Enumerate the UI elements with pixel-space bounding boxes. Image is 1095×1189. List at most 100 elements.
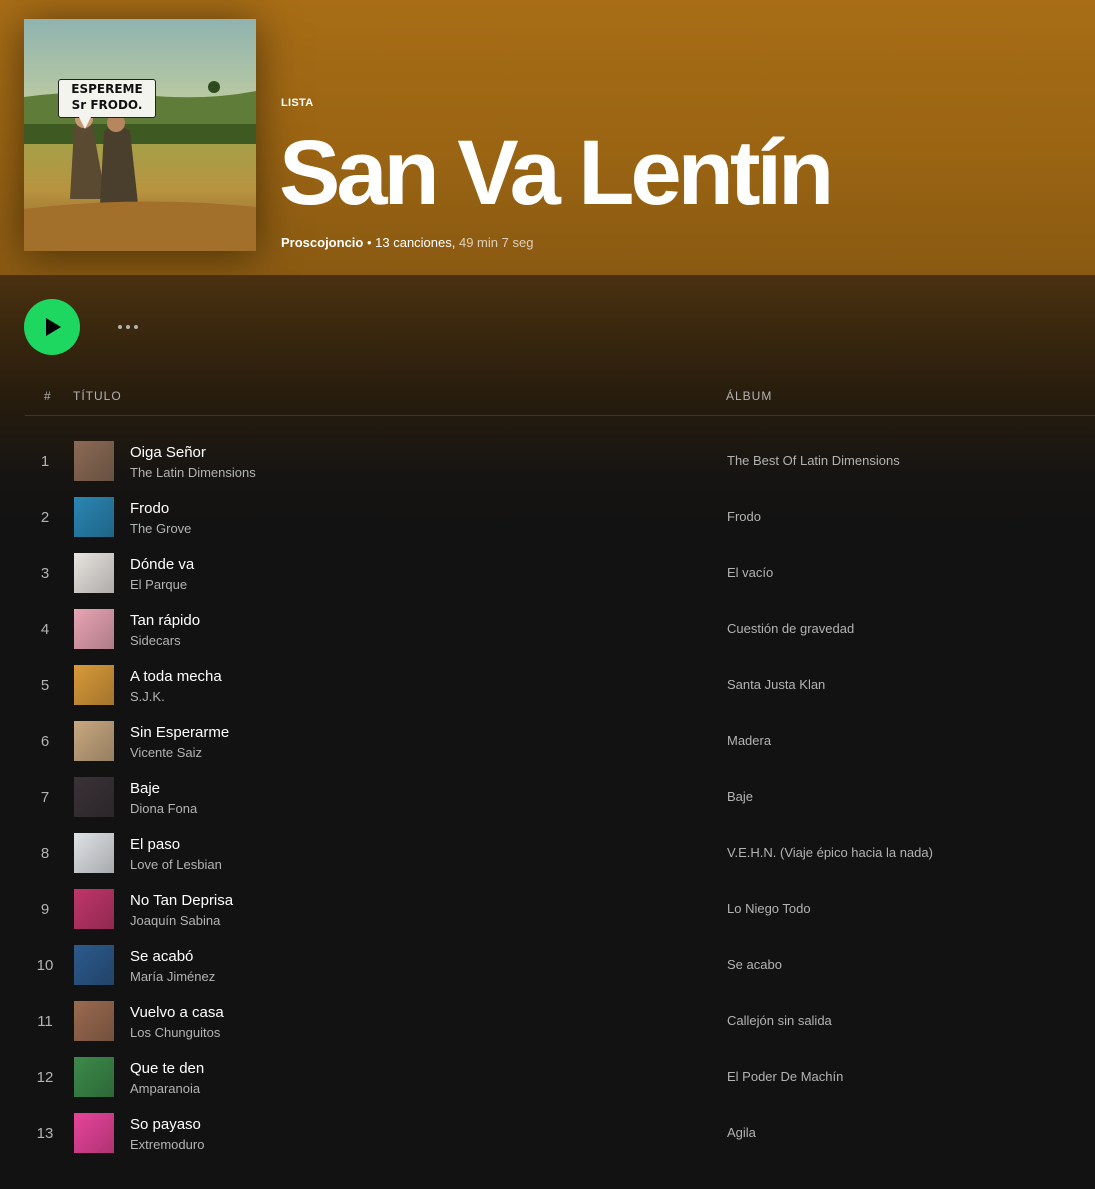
album-thumbnail xyxy=(74,441,114,481)
track-number: 10 xyxy=(36,957,54,974)
track-artist[interactable]: Vicente Saiz xyxy=(130,745,202,760)
track-row[interactable]: 10 Se acabó María Jiménez Se acabo xyxy=(0,937,1095,993)
track-title[interactable]: Sin Esperarme xyxy=(130,724,229,741)
playlist-owner-link[interactable]: Proscojoncio xyxy=(281,235,363,250)
play-button[interactable] xyxy=(24,299,80,355)
album-thumbnail xyxy=(74,721,114,761)
track-title[interactable]: No Tan Deprisa xyxy=(130,892,233,909)
track-number: 12 xyxy=(36,1069,54,1086)
cover-text-line2: Sr FRODO. xyxy=(71,98,143,112)
track-album[interactable]: V.E.H.N. (Viaje épico hacia la nada) xyxy=(727,845,933,860)
track-number: 6 xyxy=(40,733,50,750)
track-number: 13 xyxy=(36,1125,54,1142)
track-album[interactable]: Agila xyxy=(727,1125,756,1140)
album-thumbnail xyxy=(74,777,114,817)
playlist-meta: Proscojoncio • 13 canciones, 49 min 7 se… xyxy=(281,235,533,250)
cover-text-line1: ESPEREME xyxy=(71,82,143,96)
album-thumbnail xyxy=(74,553,114,593)
play-icon xyxy=(46,318,61,336)
track-title[interactable]: Que te den xyxy=(130,1060,204,1077)
album-thumbnail xyxy=(74,609,114,649)
column-header-album[interactable]: ÁLBUM xyxy=(726,389,772,403)
playlist-cover-image: ESPEREME Sr FRODO. xyxy=(24,19,256,251)
cover-artwork xyxy=(24,19,256,251)
track-artist[interactable]: Extremoduro xyxy=(130,1137,204,1152)
track-album[interactable]: Santa Justa Klan xyxy=(727,677,825,692)
track-album[interactable]: Madera xyxy=(727,733,771,748)
track-number: 9 xyxy=(40,901,50,918)
track-album[interactable]: El Poder De Machín xyxy=(727,1069,843,1084)
track-number: 8 xyxy=(40,845,50,862)
track-album[interactable]: Frodo xyxy=(727,509,761,524)
track-number: 4 xyxy=(40,621,50,638)
track-album[interactable]: Lo Niego Todo xyxy=(727,901,811,916)
playlist-type-label: LISTA xyxy=(281,97,314,109)
track-artist[interactable]: Los Chunguitos xyxy=(130,1025,220,1040)
track-artist[interactable]: Love of Lesbian xyxy=(130,857,222,872)
track-title[interactable]: So payaso xyxy=(130,1116,201,1133)
track-artist[interactable]: The Latin Dimensions xyxy=(130,465,256,480)
meta-separator: • xyxy=(363,235,376,250)
track-number: 3 xyxy=(40,565,50,582)
track-row[interactable]: 8 El paso Love of Lesbian V.E.H.N. (Viaje é… xyxy=(0,825,1095,881)
track-row[interactable]: 11 Vuelvo a casa Los Chunguitos Callejón si… xyxy=(0,993,1095,1049)
track-number: 1 xyxy=(40,453,50,470)
track-album[interactable]: Cuestión de gravedad xyxy=(727,621,854,636)
track-artist[interactable]: The Grove xyxy=(130,521,191,536)
track-row[interactable]: 1 Oiga Señor The Latin Dimensions The Best … xyxy=(0,433,1095,489)
track-artist[interactable]: El Parque xyxy=(130,577,187,592)
playlist-title: San Va Lentín xyxy=(279,122,834,224)
track-artist[interactable]: Sidecars xyxy=(130,633,181,648)
track-title[interactable]: Se acabó xyxy=(130,948,193,965)
playlist-page: ESPEREME Sr FRODO. LISTA San Va Lentín P… xyxy=(0,0,1095,1189)
track-album[interactable]: El vacío xyxy=(727,565,773,580)
album-thumbnail xyxy=(74,1113,114,1153)
track-album[interactable]: Se acabo xyxy=(727,957,782,972)
track-artist[interactable]: María Jiménez xyxy=(130,969,215,984)
cover-speech-bubble: ESPEREME Sr FRODO. xyxy=(58,79,156,129)
track-title[interactable]: Baje xyxy=(130,780,160,797)
track-row[interactable]: 7 Baje Diona Fona Baje xyxy=(0,769,1095,825)
song-count: 13 canciones, xyxy=(375,235,456,250)
header-divider xyxy=(25,415,1095,416)
track-number: 2 xyxy=(40,509,50,526)
playlist-duration: 49 min 7 seg xyxy=(455,235,534,250)
track-artist[interactable]: S.J.K. xyxy=(130,689,165,704)
track-row[interactable]: 13 So payaso Extremoduro Agila xyxy=(0,1105,1095,1161)
track-title[interactable]: El paso xyxy=(130,836,180,853)
track-title[interactable]: Vuelvo a casa xyxy=(130,1004,224,1021)
album-thumbnail xyxy=(74,889,114,929)
track-artist[interactable]: Joaquín Sabina xyxy=(130,913,220,928)
album-thumbnail xyxy=(74,665,114,705)
column-header-title[interactable]: TÍTULO xyxy=(73,389,122,403)
album-thumbnail xyxy=(74,833,114,873)
track-artist[interactable]: Amparanoia xyxy=(130,1081,200,1096)
album-thumbnail xyxy=(74,945,114,985)
track-row[interactable]: 4 Tan rápido Sidecars Cuestión de gravedad xyxy=(0,601,1095,657)
track-row[interactable]: 5 A toda mecha S.J.K. Santa Justa Klan xyxy=(0,657,1095,713)
track-album[interactable]: Callejón sin salida xyxy=(727,1013,832,1028)
track-list: 1 Oiga Señor The Latin Dimensions The Best … xyxy=(0,433,1095,1161)
track-number: 7 xyxy=(40,789,50,806)
track-artist[interactable]: Diona Fona xyxy=(130,801,197,816)
track-number: 5 xyxy=(40,677,50,694)
more-options-button[interactable] xyxy=(112,316,144,338)
album-thumbnail xyxy=(74,1057,114,1097)
track-row[interactable]: 12 Que te den Amparanoia El Poder De Machín xyxy=(0,1049,1095,1105)
column-header-number: # xyxy=(44,389,52,403)
playlist-header: ESPEREME Sr FRODO. LISTA San Va Lentín P… xyxy=(0,0,1095,275)
track-row[interactable]: 9 No Tan Deprisa Joaquín Sabina Lo Niego To… xyxy=(0,881,1095,937)
track-title[interactable]: Oiga Señor xyxy=(130,444,206,461)
track-title[interactable]: Tan rápido xyxy=(130,612,200,629)
track-row[interactable]: 6 Sin Esperarme Vicente Saiz Madera xyxy=(0,713,1095,769)
track-row[interactable]: 2 Frodo The Grove Frodo xyxy=(0,489,1095,545)
track-title[interactable]: Dónde va xyxy=(130,556,194,573)
track-row[interactable]: 3 Dónde va El Parque El vacío xyxy=(0,545,1095,601)
track-album[interactable]: The Best Of Latin Dimensions xyxy=(727,453,900,468)
album-thumbnail xyxy=(74,497,114,537)
track-number: 11 xyxy=(37,1013,53,1030)
track-title[interactable]: Frodo xyxy=(130,500,169,517)
album-thumbnail xyxy=(74,1001,114,1041)
track-album[interactable]: Baje xyxy=(727,789,753,804)
track-title[interactable]: A toda mecha xyxy=(130,668,222,685)
